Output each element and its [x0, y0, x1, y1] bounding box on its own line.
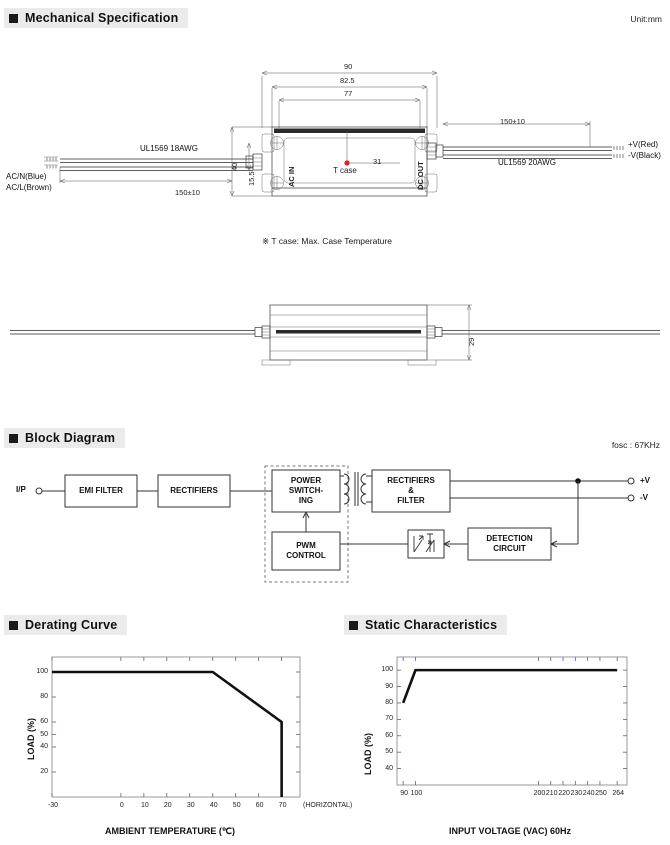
dimension-wire-length-input: 150±10 — [175, 188, 200, 197]
block-emi-filter: EMI FILTER — [65, 475, 137, 507]
bullet-square-icon — [9, 433, 18, 443]
derating-curve-chart: -30 0 10 20 30 40 50 60 70 20 40 50 60 80 100 (HORIZONT… — [0, 645, 352, 845]
static-characteristics-chart: 90 100 200 210 220 230 240 250 264 40 50 60 70 80 90 10… — [335, 645, 670, 845]
mechanical-side-view-drawing — [10, 304, 660, 366]
block-power-switching: POWER SWITCH- ING — [272, 470, 340, 512]
block-label-line: DETECTION — [486, 534, 533, 543]
label-ac-in: AC IN — [287, 166, 296, 187]
section-title-static-characteristics: Static Characteristics — [365, 618, 498, 632]
label-v-plus: +V(Red) — [628, 140, 659, 149]
mechanical-top-view-drawing — [44, 70, 624, 197]
section-header-mechanical: Mechanical Specification — [4, 8, 189, 28]
block-label-line: FILTER — [397, 496, 425, 505]
block-rectifiers: RECTIFIERS — [158, 475, 230, 507]
fosc-label: fosc : 67KHz — [611, 440, 660, 450]
block-label-line: RECTIFIERS — [387, 476, 435, 485]
block-label-line: SWITCH- — [288, 486, 324, 495]
section-header-block-diagram: Block Diagram — [4, 428, 126, 448]
label-ac-neutral: AC/N(Blue) — [6, 172, 47, 181]
dimension-side-height: 29 — [467, 337, 476, 346]
block-pwm-control: PWM CONTROL — [272, 532, 340, 570]
static-x-axis-title: INPUT VOLTAGE (VAC) 60Hz — [448, 826, 571, 836]
section-title-block-diagram: Block Diagram — [25, 431, 116, 445]
block-diagram-input-label: I/P — [16, 485, 26, 494]
bullet-square-icon — [9, 13, 18, 23]
dimension-height-total: 40 — [230, 162, 239, 171]
block-label-line: POWER — [290, 476, 322, 485]
section-title-derating-curve: Derating Curve — [25, 618, 118, 632]
bullet-square-icon — [9, 620, 18, 630]
dimension-overall-width: 90 — [344, 62, 353, 71]
label-output-wire-spec: UL1569 20AWG — [498, 158, 556, 167]
block-label: RECTIFIERS — [170, 486, 218, 495]
section-header-static-characteristics: Static Characteristics — [344, 615, 508, 635]
dimension-height-mount: 15.5 — [247, 171, 256, 186]
footnote-t-case: ※ T case: Max. Case Temperature — [262, 236, 392, 246]
block-label-line: CONTROL — [286, 551, 326, 560]
dimension-case-center: 31 — [373, 157, 382, 166]
label-ac-live: AC/L(Brown) — [6, 183, 52, 192]
block-label-line: CIRCUIT — [493, 544, 526, 553]
block-diagram-output-vplus: +V — [640, 476, 651, 485]
block-label-line: ING — [298, 496, 314, 505]
unit-label: Unit:mm — [630, 14, 662, 24]
derating-x-axis-title: AMBIENT TEMPERATURE (℃) — [105, 826, 235, 836]
derating-y-axis-title: LOAD (%) — [26, 718, 36, 760]
bullet-square-icon — [349, 620, 358, 630]
static-y-axis-title: LOAD (%) — [363, 733, 373, 775]
label-t-case: T case — [333, 166, 357, 175]
section-header-derating-curve: Derating Curve — [4, 615, 128, 635]
label-v-minus: -V(Black) — [628, 151, 661, 160]
block-rectifiers-filter: RECTIFIERS & FILTER — [372, 470, 450, 512]
label-input-wire-spec: UL1569 18AWG — [140, 144, 198, 153]
block-detection-circuit: DETECTION CIRCUIT — [468, 528, 551, 560]
section-title-mechanical: Mechanical Specification — [25, 11, 179, 25]
block-label: EMI FILTER — [79, 486, 123, 495]
block-diagram-output-vminus: -V — [640, 493, 648, 502]
label-dc-out: DC OUT — [416, 161, 425, 190]
dimension-case-width: 77 — [344, 89, 353, 98]
dimension-mount-width: 82.5 — [340, 76, 355, 85]
dimension-wire-length-output: 150±10 — [500, 117, 525, 126]
block-label-line: & — [408, 486, 414, 495]
block-label-line: PWM — [296, 541, 316, 550]
